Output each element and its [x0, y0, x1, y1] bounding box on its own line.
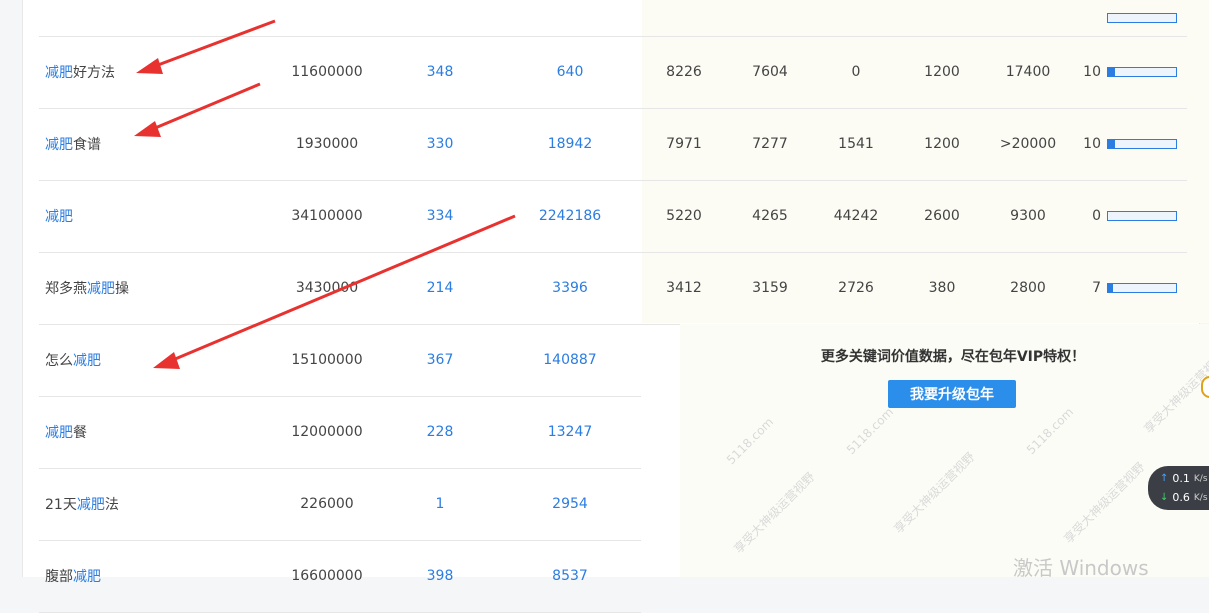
- metric-link-a[interactable]: 398: [384, 540, 496, 612]
- metric-link-a[interactable]: 228: [384, 396, 496, 468]
- metric-link-b[interactable]: 18942: [509, 108, 631, 180]
- table-row[interactable]: 减肥 好方法 11600000 348 640 8226 7604 0 1200 …: [39, 36, 1187, 109]
- level-bar: [1107, 13, 1177, 23]
- index-cell: 1930000: [295, 136, 359, 152]
- index-cell: 226000: [300, 496, 354, 512]
- metric-link-a[interactable]: 334: [384, 180, 496, 252]
- download-arrow-icon: ↓: [1160, 492, 1169, 503]
- upload-speed: ↑ 0.1 K/s: [1160, 472, 1208, 485]
- metric-d: 7604: [752, 64, 788, 80]
- vip-promo-text: 更多关键词价值数据，尽在包年VIP特权！: [820, 349, 1086, 365]
- keyword-cell[interactable]: 减肥 好方法: [45, 36, 245, 108]
- metric-g: >20000: [999, 136, 1057, 152]
- level-bar: [1107, 67, 1177, 77]
- keyword-cell[interactable]: 腹部 减肥: [45, 540, 245, 612]
- metric-link-b[interactable]: 8537: [509, 540, 631, 612]
- table-row[interactable]: 减肥 食谱 1930000 330 18942 7971 7277 1541 12…: [39, 108, 1187, 181]
- metric-d: 4265: [752, 208, 788, 224]
- level-cell: 7: [1079, 252, 1179, 324]
- metric-link-a[interactable]: 367: [384, 324, 496, 396]
- metric-g: 9300: [1010, 208, 1046, 224]
- level-bar: [1107, 283, 1177, 293]
- table-row-partial: [39, 0, 1187, 37]
- level-cell: 0: [1079, 180, 1179, 252]
- index-cell: 12000000: [291, 424, 363, 440]
- vip-upsell-panel: 5118.com 享受大神级运营视野 5118.com 享受大神级运营视野 51…: [680, 324, 1209, 577]
- metric-link-b[interactable]: 2242186: [509, 180, 631, 252]
- level-cell: [1079, 0, 1179, 36]
- index-cell: 15100000: [291, 352, 363, 368]
- metric-d: 7277: [752, 136, 788, 152]
- keyword-cell[interactable]: 怎么 减肥: [45, 324, 245, 396]
- watermark-domain: 5118.com: [843, 404, 897, 458]
- index-cell: 34100000: [291, 208, 363, 224]
- metric-e: 44242: [833, 208, 879, 224]
- metric-f: 2600: [924, 208, 960, 224]
- metric-link-b[interactable]: 13247: [509, 396, 631, 468]
- metric-e: 2726: [838, 280, 874, 296]
- metric-c: 7971: [666, 136, 702, 152]
- watermark-slogan: 享受大神级运营视野: [731, 469, 818, 556]
- metric-g: 2800: [1010, 280, 1046, 296]
- metric-link-a[interactable]: 348: [384, 36, 496, 108]
- keyword-cell[interactable]: 减肥 食谱: [45, 108, 245, 180]
- upgrade-vip-button[interactable]: 我要升级包年: [888, 380, 1016, 408]
- keyword-cell[interactable]: 郑多燕 减肥操: [45, 252, 245, 324]
- level-cell: 10: [1079, 36, 1179, 108]
- level-cell: 10: [1079, 108, 1179, 180]
- table-row[interactable]: 21天 减肥法 226000 1 2954: [39, 468, 641, 541]
- download-speed: ↓ 0.6 K/s: [1160, 491, 1208, 504]
- network-speed-widget[interactable]: ↑ 0.1 K/s ↓ 0.6 K/s: [1148, 466, 1209, 510]
- index-cell: 3430000: [295, 280, 359, 296]
- metric-d: 3159: [752, 280, 788, 296]
- metric-f: 380: [928, 280, 956, 296]
- metric-link-a[interactable]: 330: [384, 108, 496, 180]
- index-cell: 16600000: [291, 568, 363, 584]
- side-float-icon[interactable]: [1201, 376, 1209, 398]
- metric-g: 17400: [1005, 64, 1051, 80]
- metric-c: 3412: [666, 280, 702, 296]
- watermark-slogan: 享受大神级运营视野: [891, 449, 978, 536]
- metric-link-a[interactable]: 214: [384, 252, 496, 324]
- level-bar: [1107, 211, 1177, 221]
- metric-f: 1200: [924, 136, 960, 152]
- metric-link-b[interactable]: 140887: [509, 324, 631, 396]
- watermark-slogan: 享受大神级运营视野: [1061, 459, 1148, 546]
- keyword-cell[interactable]: 减肥: [45, 180, 245, 252]
- metric-link-b[interactable]: 3396: [509, 252, 631, 324]
- table-row[interactable]: 减肥 34100000 334 2242186 5220 4265 44242 …: [39, 180, 1187, 253]
- level-bar: [1107, 139, 1177, 149]
- table-row[interactable]: 郑多燕 减肥操 3430000 214 3396 3412 3159 2726 3…: [39, 252, 1187, 325]
- table-row[interactable]: 减肥餐 12000000 228 13247: [39, 396, 641, 469]
- keyword-table: 减肥 好方法 11600000 348 640 8226 7604 0 1200 …: [39, 0, 1209, 613]
- metric-c: 8226: [666, 64, 702, 80]
- metric-link-b[interactable]: 640: [509, 36, 631, 108]
- metric-f: 1200: [924, 64, 960, 80]
- keyword-cell[interactable]: 减肥餐: [45, 396, 245, 468]
- metric-link-b[interactable]: 2954: [509, 468, 631, 540]
- watermark-domain: 5118.com: [723, 414, 777, 468]
- index-cell: 11600000: [291, 64, 363, 80]
- metric-c: 5220: [666, 208, 702, 224]
- metric-e: 0: [851, 64, 861, 80]
- metric-link-a[interactable]: 1: [384, 468, 496, 540]
- watermark-domain: 5118.com: [1023, 404, 1077, 458]
- keyword-cell[interactable]: 21天 减肥法: [45, 468, 245, 540]
- upload-arrow-icon: ↑: [1160, 473, 1169, 484]
- table-row[interactable]: 怎么 减肥 15100000 367 140887: [39, 324, 641, 397]
- metric-e: 1541: [838, 136, 874, 152]
